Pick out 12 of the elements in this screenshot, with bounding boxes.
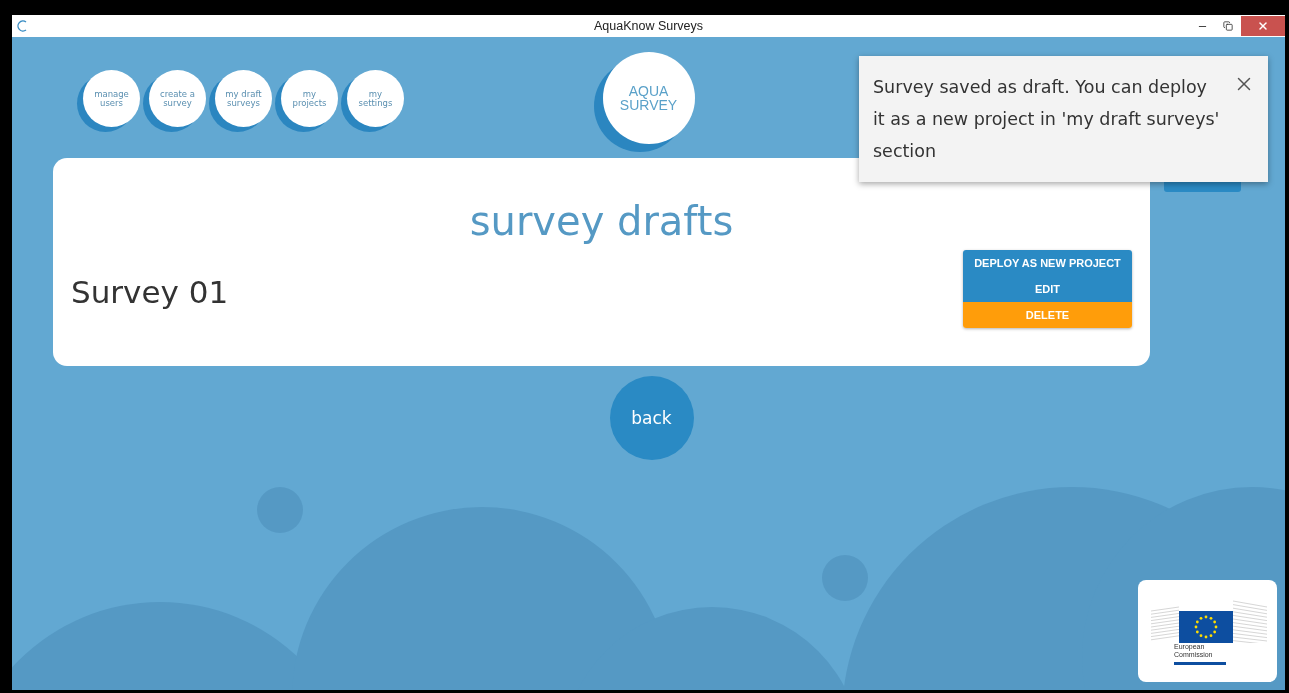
close-icon (1257, 20, 1269, 32)
back-button[interactable]: back (609, 376, 694, 460)
underline-bar (1174, 662, 1226, 666)
toast-message: Survey saved as draft. You can deploy it as a new project in 'my draft surveys' section (873, 76, 1221, 163)
action-button[interactable]: EDIT (963, 276, 1132, 302)
app-icon (16, 20, 28, 32)
window-title: AquaKnow Surveys (593, 19, 704, 33)
panel-title: survey drafts (469, 198, 734, 244)
restore-icon (1223, 21, 1233, 31)
action-button[interactable]: DEPLOY AS NEW PROJECT (963, 250, 1132, 276)
survey-name: Survey 01 (71, 274, 229, 310)
action-button[interactable]: DELETE (963, 302, 1132, 328)
